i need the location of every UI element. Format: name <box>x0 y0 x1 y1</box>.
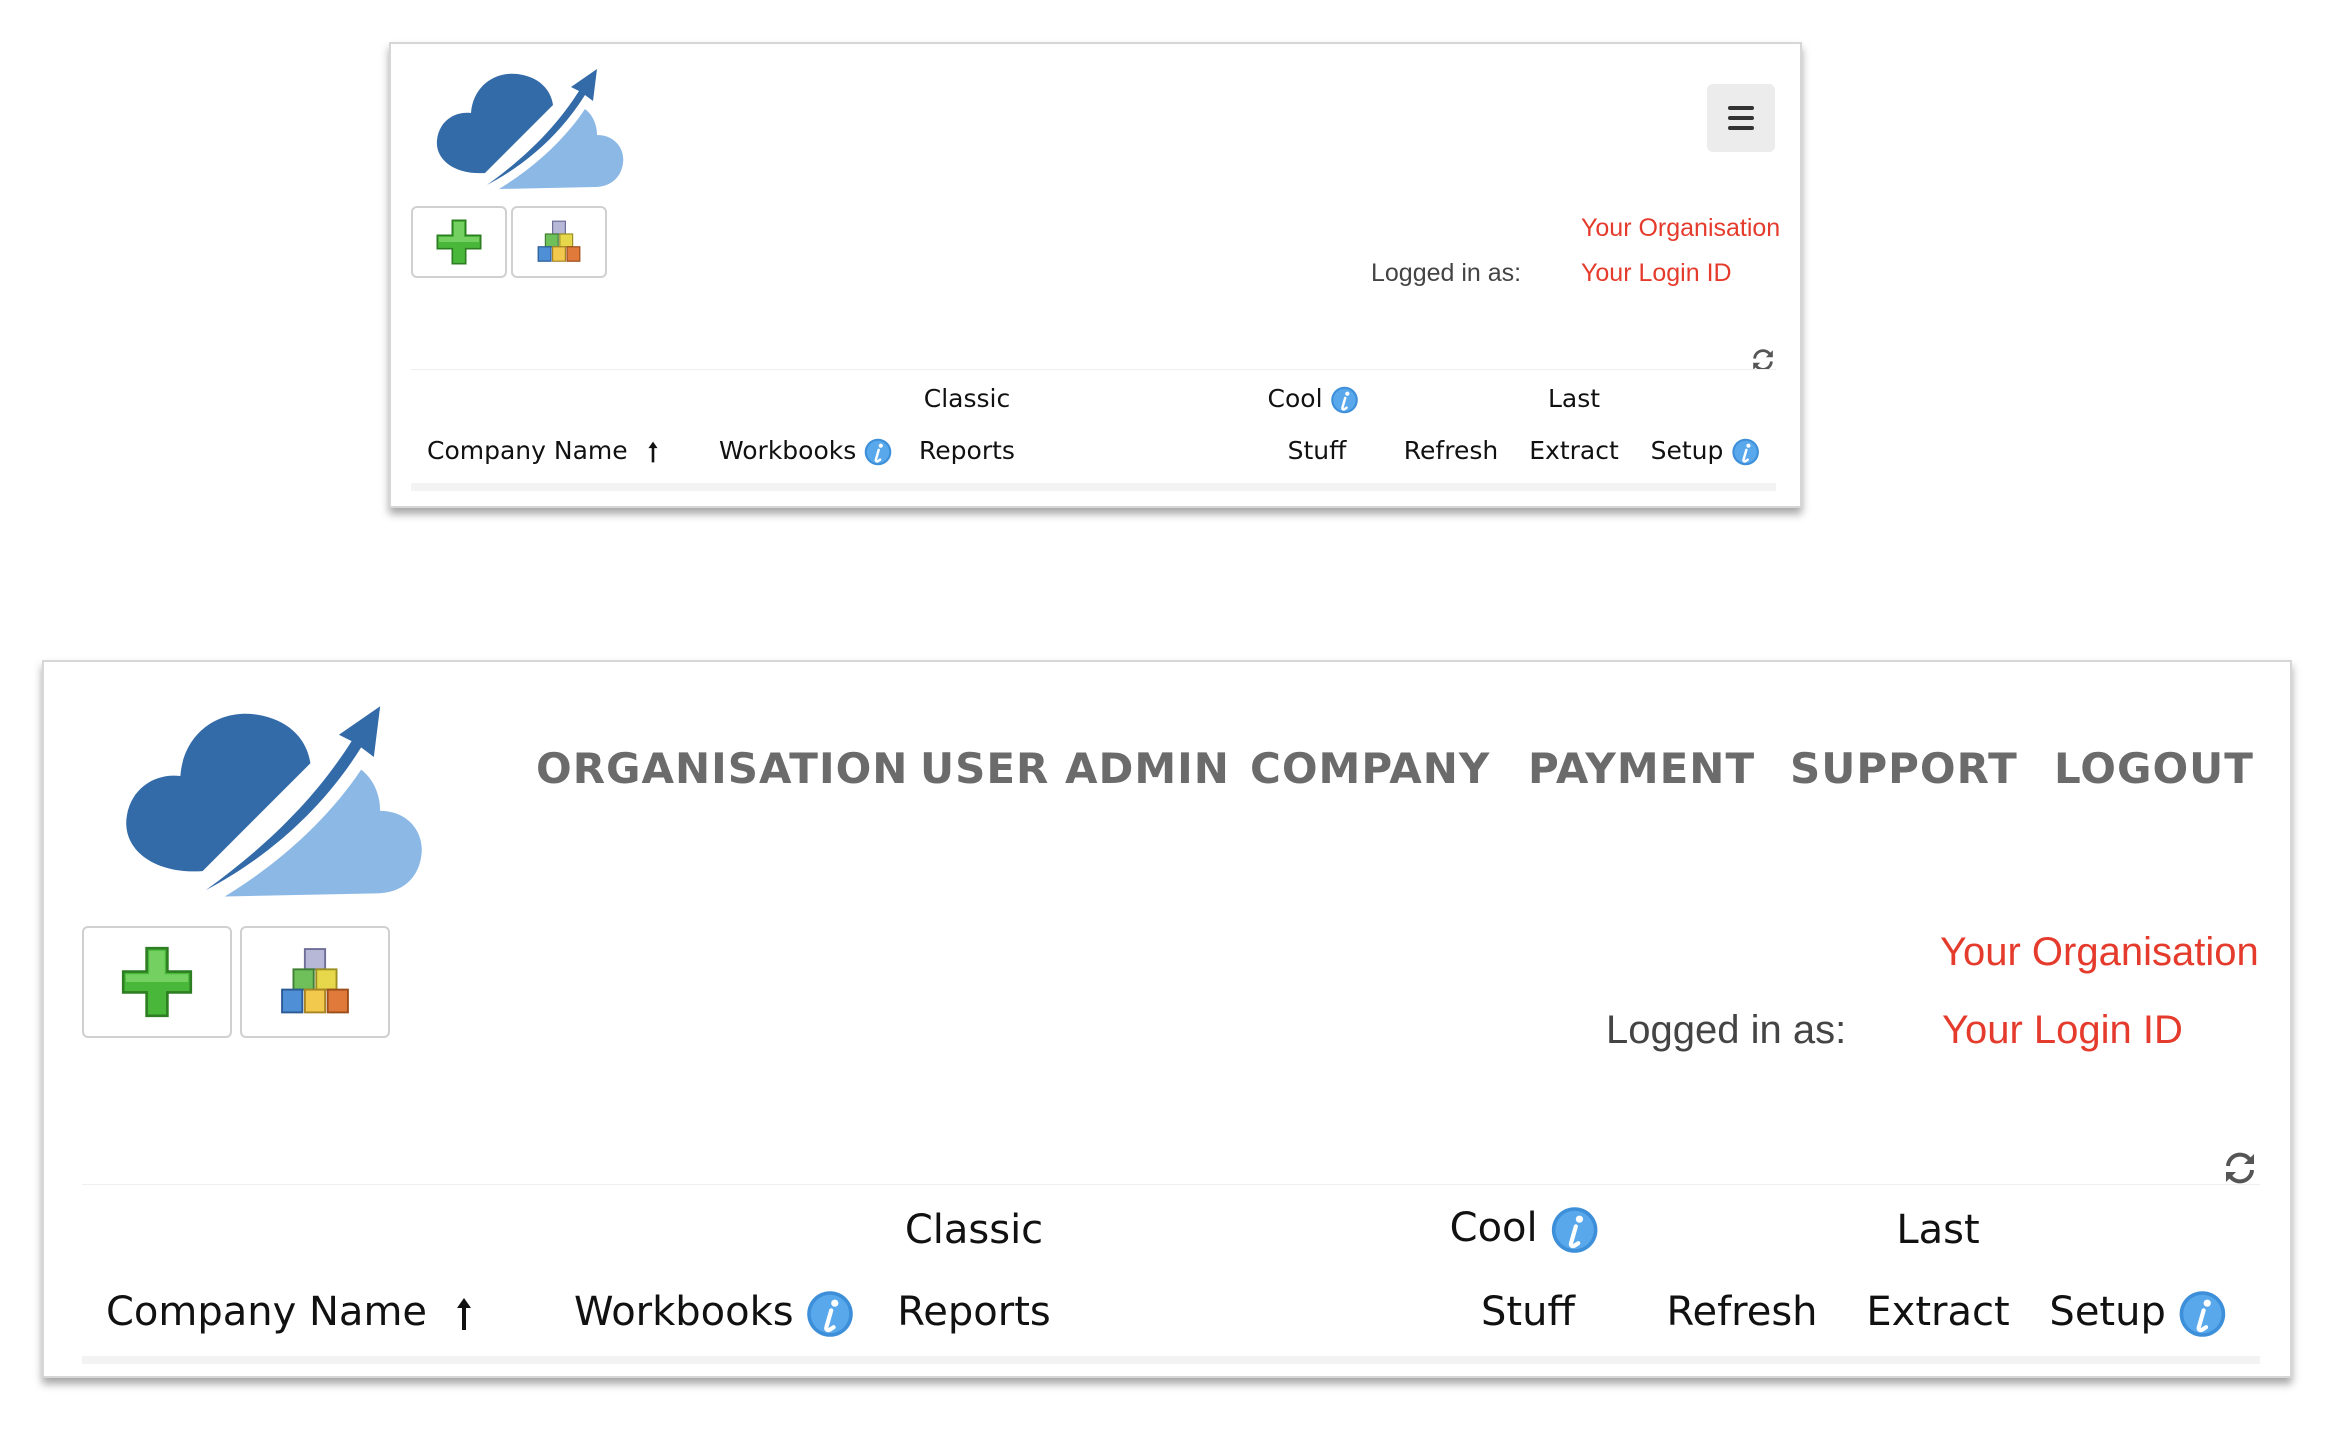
column-cool-stuff-top: Cool <box>1450 1205 1599 1254</box>
column-setup[interactable]: Setup <box>1651 436 1760 466</box>
login-id[interactable]: Your Login ID <box>1581 259 1732 288</box>
column-stuff[interactable]: Stuff <box>1288 436 1347 465</box>
refresh-icon[interactable] <box>2220 1148 2260 1188</box>
column-company-name[interactable]: Company Name <box>427 436 660 465</box>
hamburger-menu-button[interactable] <box>1707 84 1775 152</box>
sort-ascending-icon <box>454 1294 474 1334</box>
setup-info-icon[interactable] <box>2179 1290 2227 1338</box>
nav-organisation[interactable]: ORGANISATION <box>536 744 908 793</box>
column-reports[interactable]: Reports <box>919 436 1015 465</box>
add-button[interactable] <box>411 206 507 278</box>
nav-company[interactable]: COMPANY <box>1250 744 1490 793</box>
column-company-name[interactable]: Company Name <box>106 1289 474 1335</box>
nav-support[interactable]: SUPPORT <box>1790 744 2018 793</box>
column-workbooks[interactable]: Workbooks <box>574 1289 854 1338</box>
organisation-name[interactable]: Your Organisation <box>1581 214 1780 243</box>
column-last-label: Last <box>1547 384 1601 413</box>
login-id[interactable]: Your Login ID <box>1942 1008 2183 1053</box>
blocks-button[interactable] <box>511 206 607 278</box>
column-last-label: Last <box>1896 1207 1980 1253</box>
nav-user-admin[interactable]: USER ADMIN <box>920 744 1230 793</box>
nav-logout[interactable]: LOGOUT <box>2054 744 2254 793</box>
cool-stuff-info-icon[interactable] <box>1550 1206 1598 1254</box>
plus-icon <box>434 217 484 267</box>
blocks-button[interactable] <box>240 926 390 1038</box>
setup-info-icon[interactable] <box>1731 438 1759 466</box>
company-logo-icon[interactable] <box>106 684 426 906</box>
column-reports[interactable]: Reports <box>897 1289 1050 1335</box>
column-workbooks[interactable]: Workbooks <box>719 436 892 466</box>
companies-table-header: Classic Cool Last Company Name Workbooks… <box>82 1184 2260 1364</box>
column-setup[interactable]: Setup <box>2049 1289 2226 1338</box>
logged-in-label: Logged in as: <box>1606 1008 1847 1052</box>
plus-icon <box>118 943 196 1021</box>
blocks-icon <box>277 944 353 1020</box>
workbooks-info-icon[interactable] <box>806 1290 854 1338</box>
desktop-view-panel: ORGANISATION USER ADMIN COMPANY PAYMENT … <box>42 660 2292 1378</box>
add-button[interactable] <box>82 926 232 1038</box>
organisation-name[interactable]: Your Organisation <box>1940 930 2259 975</box>
column-extract[interactable]: Extract <box>1529 436 1619 465</box>
workbooks-info-icon[interactable] <box>864 438 892 466</box>
company-logo-icon[interactable] <box>425 54 625 196</box>
blocks-icon <box>535 218 583 266</box>
logged-in-label: Logged in as: <box>1371 259 1522 287</box>
column-refresh[interactable]: Refresh <box>1666 1289 1817 1335</box>
companies-table-header: Classic Cool Last Company Name Workbooks… <box>411 369 1776 491</box>
column-cool-stuff-top: Cool <box>1268 384 1359 414</box>
hamburger-icon <box>1728 106 1754 110</box>
column-extract[interactable]: Extract <box>1866 1289 2009 1335</box>
sort-ascending-icon <box>646 439 660 465</box>
column-stuff[interactable]: Stuff <box>1481 1289 1575 1335</box>
column-refresh[interactable]: Refresh <box>1404 436 1498 465</box>
nav-payment[interactable]: PAYMENT <box>1528 744 1755 793</box>
compact-view-panel: Your Organisation Logged in as: Your Log… <box>389 42 1802 508</box>
column-classic-label: Classic <box>904 1207 1044 1253</box>
column-classic-label: Classic <box>923 384 1011 413</box>
cool-stuff-info-icon[interactable] <box>1330 386 1358 414</box>
